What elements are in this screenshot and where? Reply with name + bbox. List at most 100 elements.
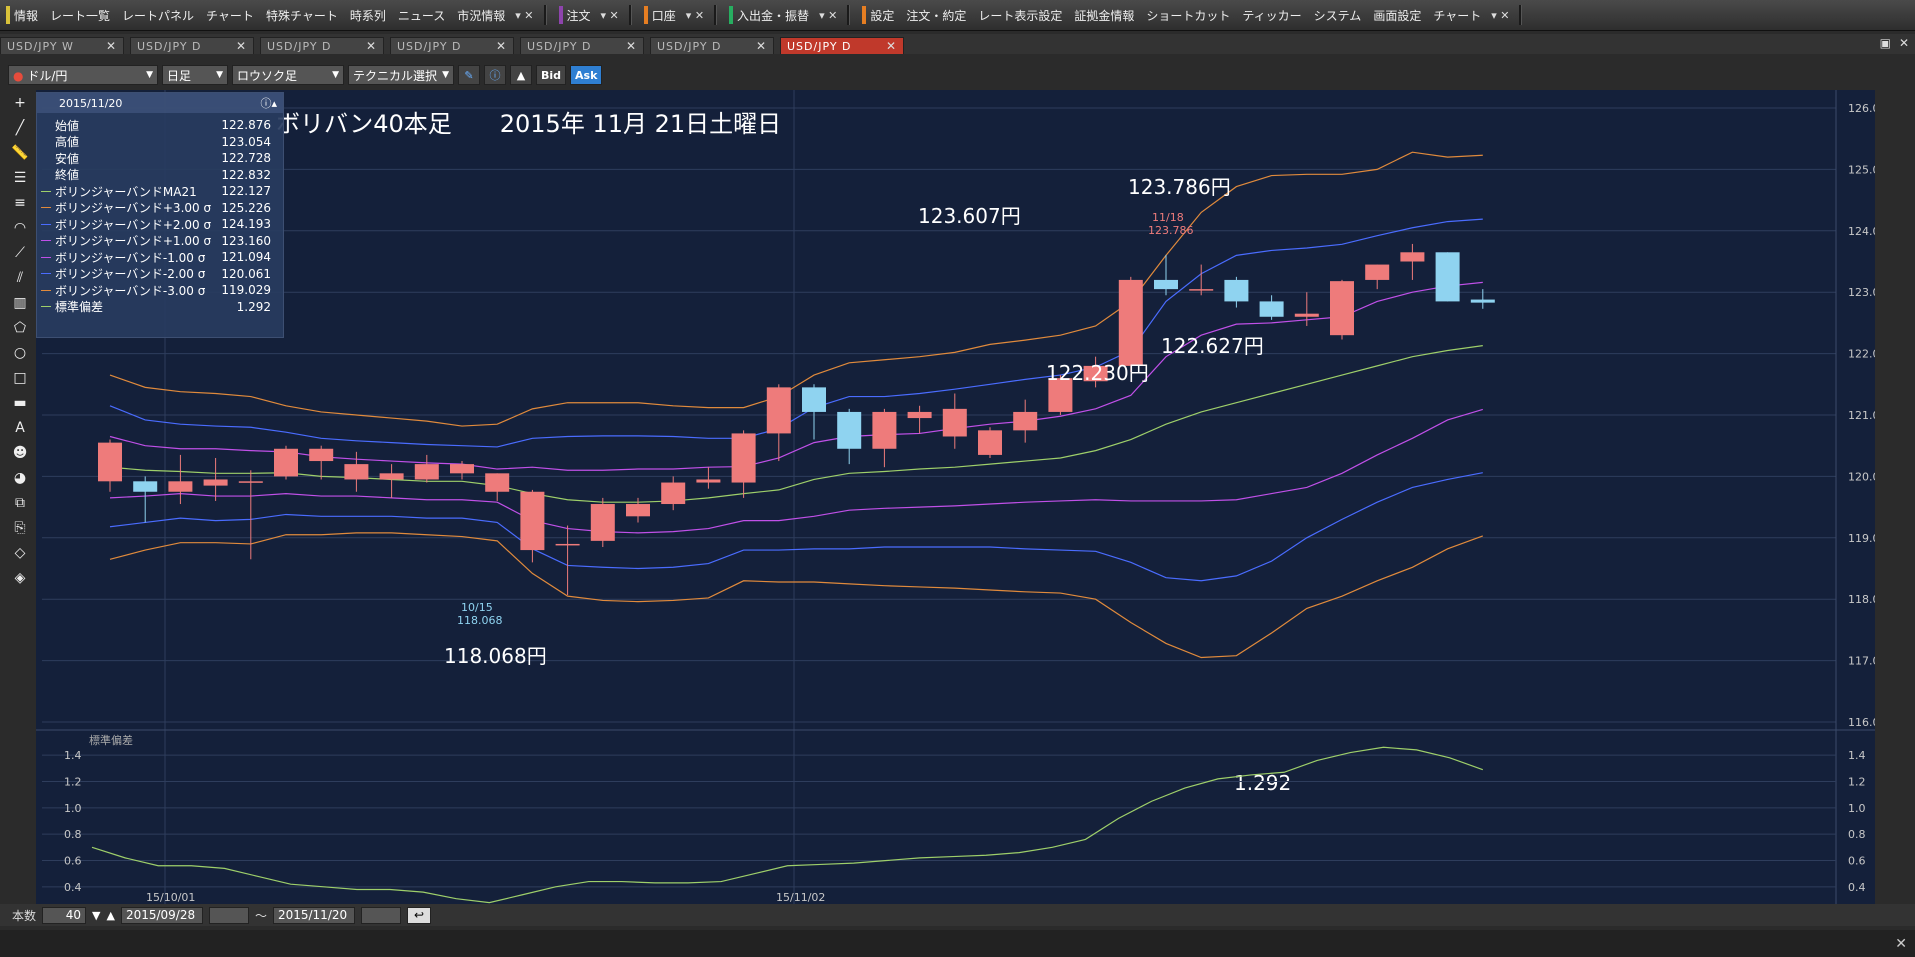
bid-button[interactable]: Bid xyxy=(536,65,567,85)
stddev-tick-right: 0.8 xyxy=(1848,828,1866,841)
menu-item[interactable]: 時系列 xyxy=(344,4,392,26)
rect-icon[interactable]: □ xyxy=(8,367,32,389)
end-time-input[interactable] xyxy=(360,906,401,924)
eraser-icon[interactable]: ◇ xyxy=(8,542,32,564)
tab-chart[interactable]: USD/JPY D ✕ xyxy=(130,37,254,54)
menu-group-controls[interactable]: ▾ ✕ xyxy=(1491,9,1509,22)
hline-icon[interactable]: ▬ xyxy=(8,392,32,414)
technical-select[interactable]: テクニカル選択 ▼ xyxy=(348,65,454,85)
pentagon-icon[interactable]: ⬠ xyxy=(8,317,32,339)
close-icon[interactable]: ✕ xyxy=(366,39,377,53)
info-label: 始値 xyxy=(55,118,80,133)
info-value: 125.226 xyxy=(221,200,271,215)
end-date-input[interactable]: 2015/11/20 xyxy=(272,906,355,924)
paint-icon[interactable]: ◕ xyxy=(8,467,32,489)
count-down-icon[interactable]: ▼ xyxy=(92,909,100,922)
menu-bar: 情報 レート一覧 レートパネル チャート 特殊チャート 時系列 ニュース 市況情報 ▾ ✕ 注文 ▾… xyxy=(0,0,1915,31)
info-row: 安値 122.728 xyxy=(37,150,283,167)
tab-chart[interactable]: USD/JPY D ✕ xyxy=(390,37,514,54)
close-icon[interactable]: ✕ xyxy=(756,39,767,53)
menu-group-controls[interactable]: ▾ ✕ xyxy=(601,9,619,22)
menu-group-controls[interactable]: ▾ ✕ xyxy=(819,9,837,22)
band-line xyxy=(109,345,1483,503)
eraser2-icon[interactable]: ◈ xyxy=(8,567,32,589)
info-label: 高値 xyxy=(55,135,80,150)
fib-fan-icon[interactable]: ◠ xyxy=(8,217,32,239)
info-toggle-icon[interactable]: ⓘ▴ xyxy=(260,95,277,111)
close-icon[interactable]: ✕ xyxy=(1895,936,1907,952)
menu-item[interactable]: レート表示設定 xyxy=(972,4,1068,26)
timeframe-select[interactable]: 日足 ▼ xyxy=(162,65,228,85)
menu-item[interactable]: ティッカー xyxy=(1236,4,1307,26)
close-icon[interactable]: ✕ xyxy=(626,39,637,53)
info-label: 終値 xyxy=(55,168,80,183)
tab-chart[interactable]: USD/JPY D ✕ xyxy=(650,37,774,54)
menu-item[interactable]: 注文 xyxy=(553,4,597,26)
info-value: 122.127 xyxy=(221,184,271,199)
menu-item[interactable]: チャート xyxy=(1427,4,1487,26)
menu-item-label: レート一覧 xyxy=(50,8,111,23)
menu-item[interactable]: 口座 xyxy=(638,4,682,26)
menu-item[interactable]: 情報 xyxy=(0,4,44,26)
info-icon[interactable]: ⓘ xyxy=(484,65,506,85)
range-tilde: 〜 xyxy=(254,908,267,923)
menu-group-controls[interactable]: ▾ ✕ xyxy=(515,9,533,22)
plus-icon[interactable]: + xyxy=(8,92,32,114)
count-up-icon[interactable]: ▲ xyxy=(106,909,114,922)
menu-item[interactable]: 設定 xyxy=(856,4,900,26)
pencil-icon[interactable]: ✎ xyxy=(458,65,480,85)
menu-item[interactable]: 市況情報 xyxy=(451,4,511,26)
tab-chart[interactable]: USD/JPY D ✕ xyxy=(780,37,904,54)
chart-area[interactable]: 126.00 125.00 124.00 123.00 122.00 121.00 120.… xyxy=(36,90,1887,905)
face-icon[interactable]: ☻ xyxy=(8,442,32,464)
apply-range-button[interactable]: ↩ xyxy=(406,906,431,924)
close-icon[interactable]: ✕ xyxy=(1899,36,1909,50)
candle-body xyxy=(133,481,158,492)
close-icon[interactable]: ✕ xyxy=(886,39,897,53)
text-icon[interactable]: A xyxy=(8,417,32,439)
candle-body xyxy=(520,491,545,551)
chart-style-select[interactable]: ロウソク足 ▼ xyxy=(232,65,344,85)
tab-chart[interactable]: USD/JPY D ✕ xyxy=(260,37,384,54)
close-icon[interactable]: ✕ xyxy=(496,39,507,53)
menu-item[interactable]: 証拠金情報 xyxy=(1068,4,1140,26)
pair-select[interactable]: ● ドル/円 ▼ xyxy=(8,65,158,85)
menu-item[interactable]: ニュース xyxy=(392,4,451,26)
menu-item[interactable]: システム xyxy=(1308,4,1368,26)
menu-item[interactable]: 注文・約定 xyxy=(900,4,972,26)
ruler-icon[interactable]: 📏 xyxy=(8,142,32,164)
paste-icon[interactable]: ⎘ xyxy=(8,517,32,539)
price-tick-label: 119.00 xyxy=(1848,532,1875,545)
maximize-icon[interactable]: ▣ xyxy=(1880,36,1891,50)
candle-body xyxy=(1400,252,1425,262)
count-input[interactable]: 40 xyxy=(42,906,87,924)
line-icon[interactable]: ╱ xyxy=(8,117,32,139)
close-icon[interactable]: ✕ xyxy=(236,39,247,53)
menu-item[interactable]: 入出金・振替 xyxy=(723,4,815,26)
candle-body xyxy=(661,482,686,505)
fib-arc-icon[interactable]: ⟋ xyxy=(8,242,32,264)
start-date-input[interactable]: 2015/09/28 xyxy=(120,906,203,924)
tab-chart[interactable]: USD/JPY D ✕ xyxy=(520,37,644,54)
area-chart-icon[interactable]: ▲ xyxy=(510,65,532,85)
tab-chart[interactable]: USD/JPY W ✕ xyxy=(0,37,124,54)
hlines-icon[interactable]: ☰ xyxy=(8,167,32,189)
menu-item[interactable]: ショートカット xyxy=(1140,4,1236,26)
menu-item[interactable]: レートパネル xyxy=(116,4,200,26)
close-icon[interactable]: ✕ xyxy=(106,39,117,53)
menu-group-controls[interactable]: ▾ ✕ xyxy=(686,9,704,22)
grid-icon[interactable]: ▥ xyxy=(8,292,32,314)
menu-item-label: 情報 xyxy=(14,8,39,23)
start-time-input[interactable] xyxy=(208,906,249,924)
chart-toolbar: ● ドル/円 ▼ 日足 ▼ ロウソク足 ▼ テクニカル選択 ▼ ✎ ⓘ ▲ Bid As… xyxy=(8,64,603,86)
channel-icon[interactable]: ⫽ xyxy=(8,267,32,289)
circle-icon[interactable]: ○ xyxy=(8,342,32,364)
vlines-icon[interactable]: ≡ xyxy=(8,192,32,214)
menu-item[interactable]: チャート xyxy=(200,4,260,26)
menu-item[interactable]: レート一覧 xyxy=(44,4,116,26)
chart-svg[interactable]: 126.00 125.00 124.00 123.00 122.00 121.00 120.… xyxy=(36,90,1887,905)
copy-icon[interactable]: ⧉ xyxy=(8,492,32,514)
menu-item[interactable]: 画面設定 xyxy=(1367,4,1427,26)
menu-item[interactable]: 特殊チャート xyxy=(260,4,344,26)
ask-button[interactable]: Ask xyxy=(570,65,603,85)
